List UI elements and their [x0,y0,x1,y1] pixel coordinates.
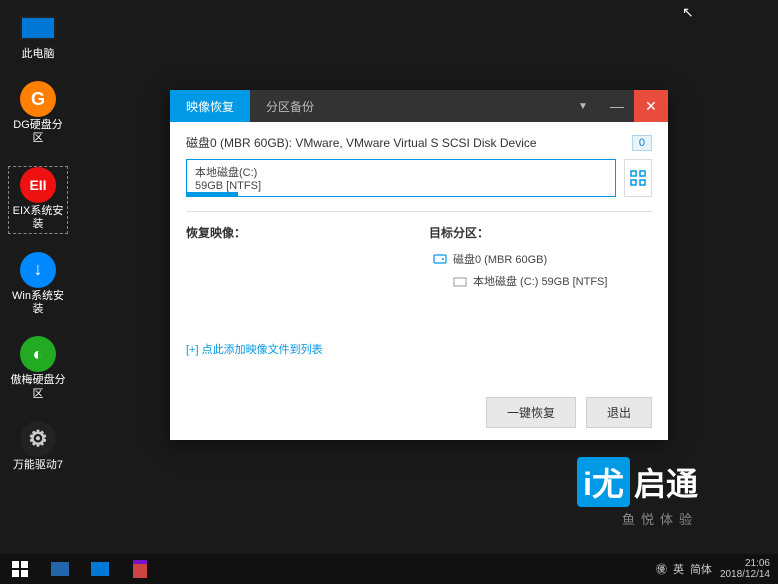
desktop-icon-0[interactable]: 此电脑 [8,10,68,63]
desktop-icon-label: 傲梅硬盘分区 [10,374,66,400]
disk-info-label: 磁盘0 (MBR 60GB): VMware, VMware Virtual S… [186,134,537,151]
target-partition-column: 目标分区： 磁盘0 (MBR 60GB) 本地磁盘 (C:) 59GB [NTF… [429,224,652,357]
lang-indicator-1[interactable]: 英 [673,561,684,577]
minimize-button[interactable]: — [600,90,634,122]
tab-image-restore[interactable]: 映像恢复 [170,90,250,122]
desktop-icon-label: Win系统安装 [10,290,66,316]
time-label: 21:06 [720,558,770,569]
image-restore-window: 映像恢复 分区备份 ▼ — ✕ 磁盘0 (MBR 60GB): VMware, … [170,90,668,440]
tab-partition-backup[interactable]: 分区备份 [250,90,330,122]
exit-button[interactable]: 退出 [586,397,652,428]
brand-text: 启通 [634,459,698,505]
desktop-icon-label: 万能驱动7 [13,459,63,472]
desktop-icon-label: EIX系统安装 [11,205,65,231]
clock[interactable]: 21:06 2018/12/14 [720,558,770,580]
start-button[interactable] [0,554,40,584]
windows-icon [12,561,28,577]
taskbar-app-2[interactable] [80,554,120,584]
tree-partition-label: 本地磁盘 (C:) 59GB [NTFS] [473,273,607,289]
desktop-icon-5[interactable]: 万能驱动7 [8,421,68,474]
divider [186,211,652,212]
disk-icon [433,252,447,266]
titlebar: 映像恢复 分区备份 ▼ — ✕ [170,90,668,122]
desktop-icons: 此电脑 G DG硬盘分区 EII EIX系统安装 ↓ Win系统安装 ◐ 傲梅硬盘分区万能驱动7 [8,10,72,492]
usage-bar [187,192,238,196]
one-click-restore-button[interactable]: 一键恢复 [486,397,576,428]
taskbar-app-1[interactable] [40,554,80,584]
lang-indicator-2[interactable]: 简体 [690,561,712,577]
red-icon: EII [18,169,58,201]
close-button[interactable]: ✕ [634,90,668,122]
desktop-icon-1[interactable]: G DG硬盘分区 [8,81,68,147]
green-icon: ◐ [18,338,58,370]
taskbar: ㊝ 英 简体 21:06 2018/12/14 [0,554,778,584]
ime-icon[interactable]: ㊝ [656,561,667,577]
target-partition-title: 目标分区： [429,224,652,241]
desktop-icon-label: DG硬盘分区 [10,119,66,145]
tree-partition-child[interactable]: 本地磁盘 (C:) 59GB [NTFS] [429,273,652,289]
layout-toggle-button[interactable] [624,159,652,197]
desktop-icon-3[interactable]: ↓ Win系统安装 [8,252,68,318]
system-tray: ㊝ 英 简体 21:06 2018/12/14 [656,558,778,580]
blue-icon: ↓ [18,254,58,286]
disk-index-badge: 0 [632,135,652,151]
app-icon [91,562,109,576]
orange-icon: G [18,83,58,115]
date-label: 2018/12/14 [720,569,770,580]
grid-icon [630,170,646,186]
watermark: i尤 启通 鱼悦体验 [577,457,698,528]
window-body: 磁盘0 (MBR 60GB): VMware, VMware Virtual S… [170,122,668,369]
app-icon [51,562,69,576]
folder-icon [453,274,467,288]
partition-name: 本地磁盘(C:) [195,164,607,180]
gear-icon [18,423,58,455]
tree-disk-label: 磁盘0 (MBR 60GB) [453,251,547,267]
desktop-icon-2[interactable]: EII EIX系统安装 [8,166,68,234]
brand-box: i尤 [577,457,630,507]
desktop-icon-label: 此电脑 [22,48,55,61]
restore-image-column: 恢复映像： [+] 点此添加映像文件到列表 [186,224,409,357]
partition-size: 59GB [NTFS] [195,180,607,192]
partition-selector[interactable]: 本地磁盘(C:) 59GB [NTFS] [186,159,616,197]
desktop-icon-4[interactable]: ◐ 傲梅硬盘分区 [8,336,68,402]
add-image-link[interactable]: [+] 点此添加映像文件到列表 [186,341,409,357]
app-icon [133,560,147,578]
taskbar-app-3[interactable] [120,554,160,584]
restore-image-title: 恢复映像： [186,224,409,241]
mouse-cursor: ↖ [682,4,694,21]
dropdown-button[interactable]: ▼ [566,90,600,122]
tree-disk-root[interactable]: 磁盘0 (MBR 60GB) [429,251,652,267]
brand-subtitle: 鱼悦体验 [577,509,698,528]
monitor-icon [18,12,58,44]
